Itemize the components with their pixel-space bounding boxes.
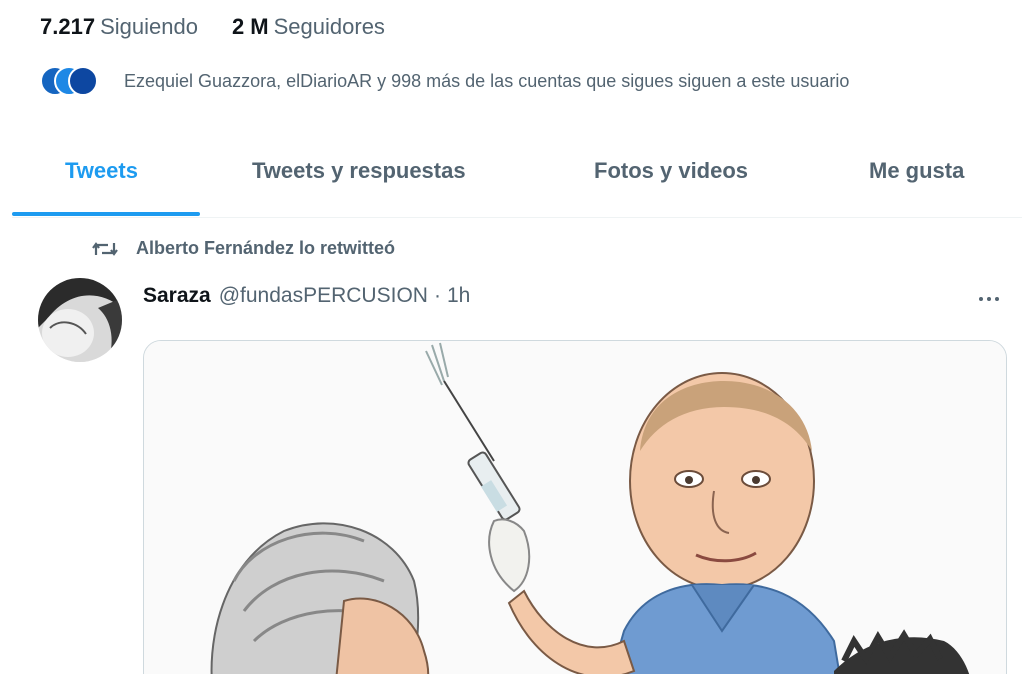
more-dots-icon[interactable] bbox=[972, 292, 1006, 306]
author-avatar[interactable] bbox=[38, 278, 122, 362]
tweet-time[interactable]: 1h bbox=[447, 284, 470, 308]
author-handle[interactable]: @fundasPERCUSION bbox=[219, 284, 428, 308]
followers-count: 2 M bbox=[231, 14, 269, 39]
following-label: Siguiendo bbox=[100, 14, 198, 39]
tab-tweets[interactable]: Tweets bbox=[65, 158, 138, 184]
followers-stat[interactable]: 2 M Seguidores bbox=[232, 14, 385, 40]
profile-tabs: Tweets Tweets y respuestas Fotos y video… bbox=[12, 140, 1022, 218]
retweet-context[interactable]: Alberto Fernández lo retwitteó bbox=[92, 238, 395, 259]
profile-stats: 7.217 Siguiendo 2 M Seguidores bbox=[40, 14, 385, 40]
tab-tweets-replies[interactable]: Tweets y respuestas bbox=[252, 158, 466, 184]
followed-by-avatars bbox=[40, 64, 102, 98]
caricature-image bbox=[144, 341, 1006, 674]
active-tab-indicator bbox=[12, 212, 200, 216]
tweet-media-image[interactable] bbox=[143, 340, 1007, 674]
tab-photos-videos[interactable]: Fotos y videos bbox=[594, 158, 748, 184]
author-name[interactable]: Saraza bbox=[143, 284, 211, 308]
retweet-text: Alberto Fernández lo retwitteó bbox=[136, 238, 396, 258]
following-stat[interactable]: 7.217 Siguiendo bbox=[40, 14, 198, 40]
tab-likes[interactable]: Me gusta bbox=[869, 158, 964, 184]
avatar bbox=[68, 66, 98, 96]
followers-you-know[interactable]: Ezequiel Guazzora, elDiarioAR y 998 más … bbox=[40, 64, 849, 98]
followed-by-text: Ezequiel Guazzora, elDiarioAR y 998 más … bbox=[124, 70, 850, 91]
tweet-header: Saraza @fundasPERCUSION · 1h bbox=[143, 284, 470, 308]
followers-label: Seguidores bbox=[273, 14, 385, 39]
retweet-icon bbox=[92, 239, 118, 259]
separator-dot: · bbox=[433, 284, 441, 307]
following-count: 7.217 bbox=[40, 14, 96, 39]
